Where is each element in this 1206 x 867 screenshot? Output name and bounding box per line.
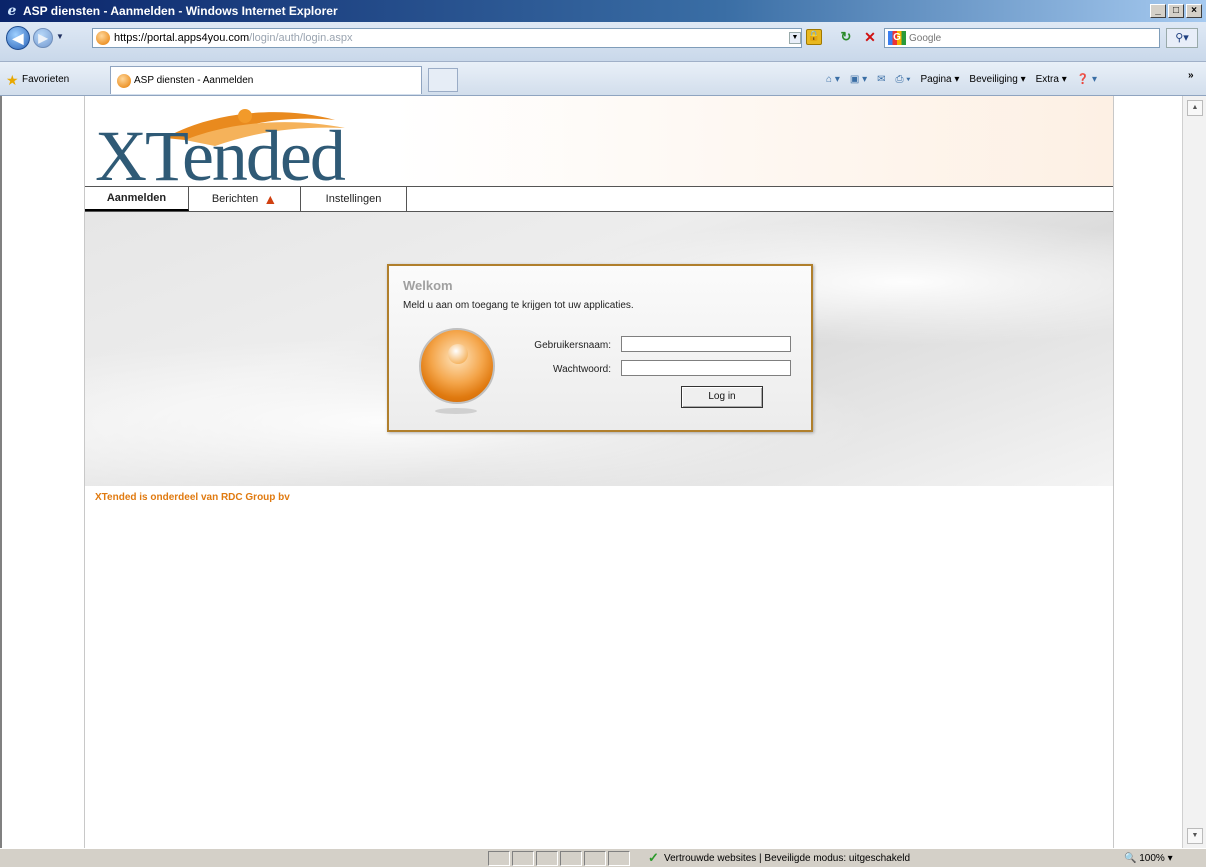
login-button[interactable]: Log in bbox=[681, 386, 763, 408]
recent-pages-dropdown[interactable]: ▼ bbox=[56, 32, 64, 41]
window-controls: _ □ × bbox=[1150, 4, 1202, 18]
password-label: Wachtwoord: bbox=[553, 364, 611, 375]
extra-menu[interactable]: Extra ▾ bbox=[1036, 74, 1067, 85]
search-box[interactable]: G bbox=[884, 28, 1160, 48]
status-segment bbox=[488, 851, 510, 866]
favorites-star-icon[interactable]: ★ bbox=[6, 72, 19, 89]
refresh-icon[interactable]: ↻ bbox=[838, 29, 854, 45]
warning-icon: ▲ bbox=[263, 191, 278, 207]
scroll-up-button[interactable]: ▲ bbox=[1187, 100, 1203, 116]
status-bar: ✓ Vertrouwde websites | Beveiligde modus… bbox=[0, 848, 1206, 867]
tab-aanmelden-label: Aanmelden bbox=[106, 192, 167, 204]
url-host: portal.apps4you.com bbox=[147, 32, 250, 44]
site-favicon-icon bbox=[96, 31, 110, 45]
pagina-label: Pagina bbox=[920, 74, 952, 85]
address-toolbar: ◀ ▶ ▼ https://portal.apps4you.com/login/… bbox=[0, 22, 1206, 62]
lock-icon[interactable]: 🔒 bbox=[806, 29, 822, 45]
more-commands-icon[interactable]: » bbox=[1188, 70, 1194, 81]
search-input[interactable] bbox=[909, 32, 1149, 44]
command-bar: ⌂ ▾ ▣ ▾ ✉ ⎙ ▾ Pagina ▾ Beveiliging ▾ Ext… bbox=[826, 74, 1097, 85]
stop-icon[interactable]: ✕ bbox=[862, 29, 878, 45]
tab-berichten-label: Berichten bbox=[211, 193, 259, 205]
site-header: XTended bbox=[85, 96, 1113, 192]
logo-text: XTended bbox=[95, 116, 346, 196]
tab-aanmelden[interactable]: Aanmelden bbox=[85, 187, 189, 211]
mail-icon[interactable]: ✉ bbox=[877, 74, 885, 85]
status-segment bbox=[608, 851, 630, 866]
zoom-level: 100% bbox=[1139, 853, 1165, 864]
browser-tab[interactable]: ASP diensten - Aanmelden bbox=[110, 66, 422, 94]
login-panel: Welkom Meld u aan om toegang te krijgen … bbox=[387, 264, 813, 432]
tab-title: ASP diensten - Aanmelden bbox=[134, 75, 254, 86]
window-title: ASP diensten - Aanmelden - Windows Inter… bbox=[23, 4, 338, 18]
url-prefix: https:// bbox=[114, 32, 148, 44]
print-icon[interactable]: ⎙ ▾ bbox=[895, 74, 910, 85]
browser-content: XTended Aanmelden Berichten ▲ Instelling… bbox=[0, 96, 1206, 848]
web-page: XTended Aanmelden Berichten ▲ Instelling… bbox=[84, 96, 1114, 848]
vertical-scrollbar[interactable]: ▲ ▼ bbox=[1182, 96, 1206, 848]
password-field[interactable] bbox=[621, 360, 791, 376]
tab-favicon-icon bbox=[117, 73, 131, 88]
home-icon[interactable]: ⌂ ▾ bbox=[826, 74, 840, 85]
tab-instellingen[interactable]: Instellingen bbox=[301, 187, 407, 211]
login-heading: Welkom bbox=[403, 278, 453, 293]
status-segment bbox=[512, 851, 534, 866]
xtended-logo: XTended bbox=[95, 106, 365, 192]
extra-label: Extra bbox=[1035, 74, 1059, 85]
username-field[interactable] bbox=[621, 336, 791, 352]
trusted-check-icon: ✓ bbox=[648, 850, 659, 865]
security-zone-status[interactable]: Vertrouwde websites | Beveiligde modus: … bbox=[664, 853, 910, 864]
search-button[interactable]: ⚲▾ bbox=[1166, 28, 1198, 48]
beveiliging-menu[interactable]: Beveiliging ▾ bbox=[969, 74, 1025, 85]
tab-berichten[interactable]: Berichten ▲ bbox=[189, 187, 301, 211]
pagina-menu[interactable]: Pagina ▾ bbox=[920, 74, 959, 85]
forward-button[interactable]: ▶ bbox=[33, 28, 53, 48]
status-segment bbox=[560, 851, 582, 866]
new-tab-button[interactable] bbox=[428, 68, 458, 92]
url-path: /login/auth/login.aspx bbox=[249, 32, 353, 44]
window-title-bar: e ASP diensten - Aanmelden - Windows Int… bbox=[0, 0, 1206, 22]
favorites-bar: ★ Favorieten ASP diensten - Aanmelden ⌂ … bbox=[0, 62, 1206, 96]
zoom-icon: 🔍 bbox=[1124, 853, 1137, 864]
zoom-control[interactable]: 🔍 100% ▾ bbox=[1124, 853, 1173, 864]
login-hero-area: Welkom Meld u aan om toegang te krijgen … bbox=[85, 212, 1113, 486]
tab-instellingen-label: Instellingen bbox=[325, 193, 382, 205]
internet-explorer-icon: e bbox=[7, 3, 17, 19]
scroll-down-button[interactable]: ▼ bbox=[1187, 828, 1203, 844]
address-dropdown-icon[interactable]: ▼ bbox=[789, 32, 801, 44]
feeds-icon[interactable]: ▣ ▾ bbox=[850, 74, 867, 85]
favorites-button[interactable]: Favorieten bbox=[22, 74, 69, 85]
status-segment bbox=[536, 851, 558, 866]
site-nav-tabs: Aanmelden Berichten ▲ Instellingen bbox=[85, 186, 1113, 212]
close-button[interactable]: × bbox=[1186, 4, 1202, 18]
maximize-button[interactable]: □ bbox=[1168, 4, 1184, 18]
avatar-base bbox=[435, 408, 477, 414]
back-button[interactable]: ◀ bbox=[6, 26, 30, 50]
login-intro: Meld u aan om toegang te krijgen tot uw … bbox=[403, 300, 634, 311]
user-avatar-icon bbox=[419, 328, 495, 404]
footer-company-link[interactable]: XTended is onderdeel van RDC Group bv bbox=[95, 492, 290, 503]
address-input[interactable]: https://portal.apps4you.com/login/auth/l… bbox=[92, 28, 802, 48]
help-icon[interactable]: ❓ ▾ bbox=[1077, 74, 1097, 85]
username-label: Gebruikersnaam: bbox=[534, 340, 611, 351]
minimize-button[interactable]: _ bbox=[1150, 4, 1166, 18]
google-icon: G bbox=[888, 31, 906, 45]
beveiliging-label: Beveiliging bbox=[969, 74, 1018, 85]
status-segment bbox=[584, 851, 606, 866]
